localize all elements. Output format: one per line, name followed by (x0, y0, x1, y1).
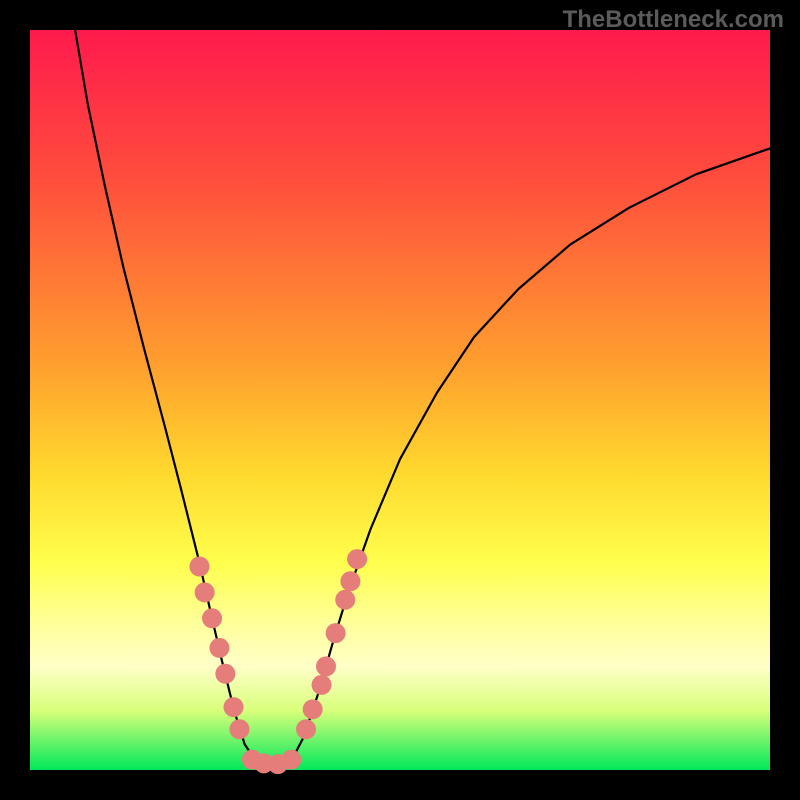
data-marker (202, 608, 222, 628)
chart-frame: TheBottleneck.com (0, 0, 800, 800)
data-marker (229, 719, 249, 739)
data-marker (189, 557, 209, 577)
data-marker (224, 697, 244, 717)
data-marker (335, 590, 355, 610)
data-marker (209, 638, 229, 658)
data-marker (340, 571, 360, 591)
data-marker (296, 719, 316, 739)
data-marker (281, 750, 301, 770)
data-marker (312, 675, 332, 695)
data-marker (316, 656, 336, 676)
data-marker (303, 699, 323, 719)
data-marker (215, 664, 235, 684)
data-marker (195, 582, 215, 602)
data-marker (326, 623, 346, 643)
watermark-text: TheBottleneck.com (563, 6, 784, 34)
chart-svg (0, 0, 800, 800)
data-marker (347, 549, 367, 569)
plot-background (30, 30, 770, 770)
